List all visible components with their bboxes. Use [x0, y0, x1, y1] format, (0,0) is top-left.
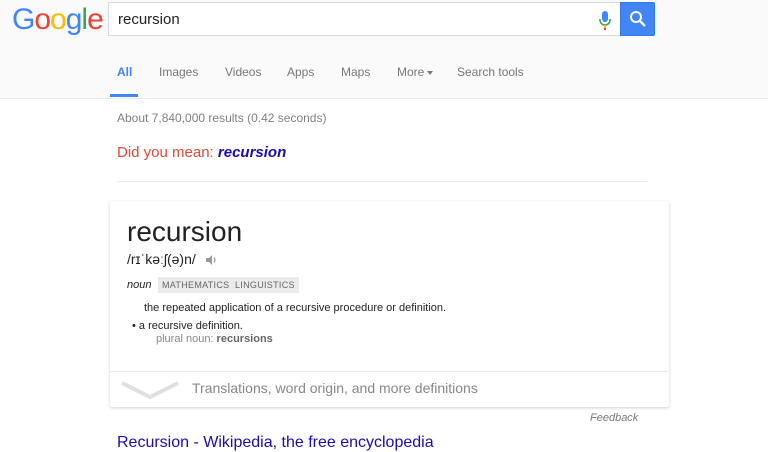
did-you-mean-prefix: Did you mean: — [117, 144, 218, 161]
dictionary-card: recursion /rɪˈkəːʃ(ə)n/ noun MATHEMATICS… — [110, 201, 669, 407]
pronunciation-text: /rɪˈkəːʃ(ə)n/ — [127, 251, 196, 267]
chevron-down-icon — [427, 70, 434, 75]
search-button[interactable] — [620, 2, 655, 36]
feedback-link[interactable]: Feedback — [590, 412, 638, 424]
tab-more[interactable]: More — [397, 65, 434, 79]
google-logo[interactable]: Google — [12, 3, 104, 37]
did-you-mean: Did you mean: recursion — [117, 144, 286, 161]
more-definitions-link[interactable]: Translations, word origin, and more defi… — [192, 380, 478, 396]
logo-letter: g — [65, 3, 83, 36]
logo-letter: o — [34, 3, 51, 36]
search-tabs: All Images Videos Apps Maps More Search … — [0, 58, 768, 98]
search-input[interactable]: recursion — [108, 2, 620, 36]
tag-mathematics: MATHEMATICS — [158, 277, 234, 293]
part-of-speech: noun — [127, 279, 152, 291]
result-stats: About 7,840,000 results (0.42 seconds) — [117, 111, 327, 125]
logo-letter: o — [50, 3, 67, 36]
tab-apps[interactable]: Apps — [287, 65, 314, 79]
tab-all[interactable]: All — [117, 65, 132, 79]
speaker-icon[interactable] — [205, 254, 218, 266]
bullet-text: a recursive definition. — [138, 320, 243, 332]
card-divider — [110, 371, 669, 372]
divider — [117, 181, 647, 182]
tab-search-tools[interactable]: Search tools — [457, 65, 524, 79]
tab-maps[interactable]: Maps — [341, 65, 370, 79]
search-icon — [630, 11, 646, 27]
tab-more-label: More — [397, 65, 425, 79]
result-title-link[interactable]: Recursion - Wikipedia, the free encyclop… — [117, 434, 434, 452]
plural-word: recursions — [216, 333, 273, 345]
active-tab-indicator — [110, 94, 138, 97]
pronunciation: /rɪˈkəːʃ(ə)n/ — [127, 251, 218, 267]
search-query: recursion — [118, 11, 180, 28]
definition-bullet: • a recursive definition. — [132, 320, 243, 332]
logo-letter: G — [12, 3, 35, 36]
tab-videos[interactable]: Videos — [225, 65, 261, 79]
microphone-icon[interactable] — [598, 10, 612, 30]
did-you-mean-link[interactable]: recursion — [218, 144, 286, 161]
logo-letter: e — [87, 3, 104, 36]
plural-prefix: plural noun: — [156, 333, 217, 345]
dictionary-word: recursion — [127, 216, 243, 247]
tab-images[interactable]: Images — [159, 65, 198, 79]
tag-linguistics: LINGUISTICS — [231, 277, 299, 293]
chevron-down-icon[interactable] — [120, 379, 180, 401]
definition-text: the repeated application of a recursive … — [144, 302, 447, 314]
plural-form: plural noun: recursions — [156, 333, 273, 345]
